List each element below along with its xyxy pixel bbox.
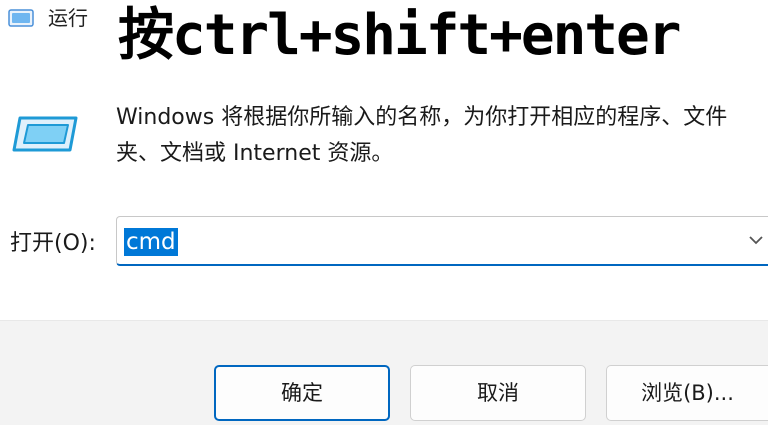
overlay-caption: 按ctrl+shift+enter bbox=[116, 2, 682, 70]
open-combobox[interactable]: cmd bbox=[116, 216, 768, 266]
window-title: 运行 bbox=[48, 6, 88, 30]
run-dialog-icon bbox=[8, 9, 34, 27]
description-text: Windows 将根据你所输入的名称，为你打开相应的程序、文件夹、文档或 Int… bbox=[116, 105, 728, 166]
button-bar: 确定 取消 浏览(B)... bbox=[0, 320, 768, 425]
browse-button[interactable]: 浏览(B)... bbox=[606, 365, 768, 421]
cancel-button[interactable]: 取消 bbox=[410, 365, 586, 421]
chevron-down-icon[interactable] bbox=[747, 231, 765, 249]
run-dialog: 运行 按ctrl+shift+enter Windows 将根据你所输入的名称，… bbox=[0, 0, 768, 425]
run-program-icon bbox=[12, 116, 78, 152]
open-input-value[interactable]: cmd bbox=[124, 228, 178, 256]
open-label: 打开(O): bbox=[10, 231, 96, 256]
ok-button[interactable]: 确定 bbox=[214, 365, 390, 421]
